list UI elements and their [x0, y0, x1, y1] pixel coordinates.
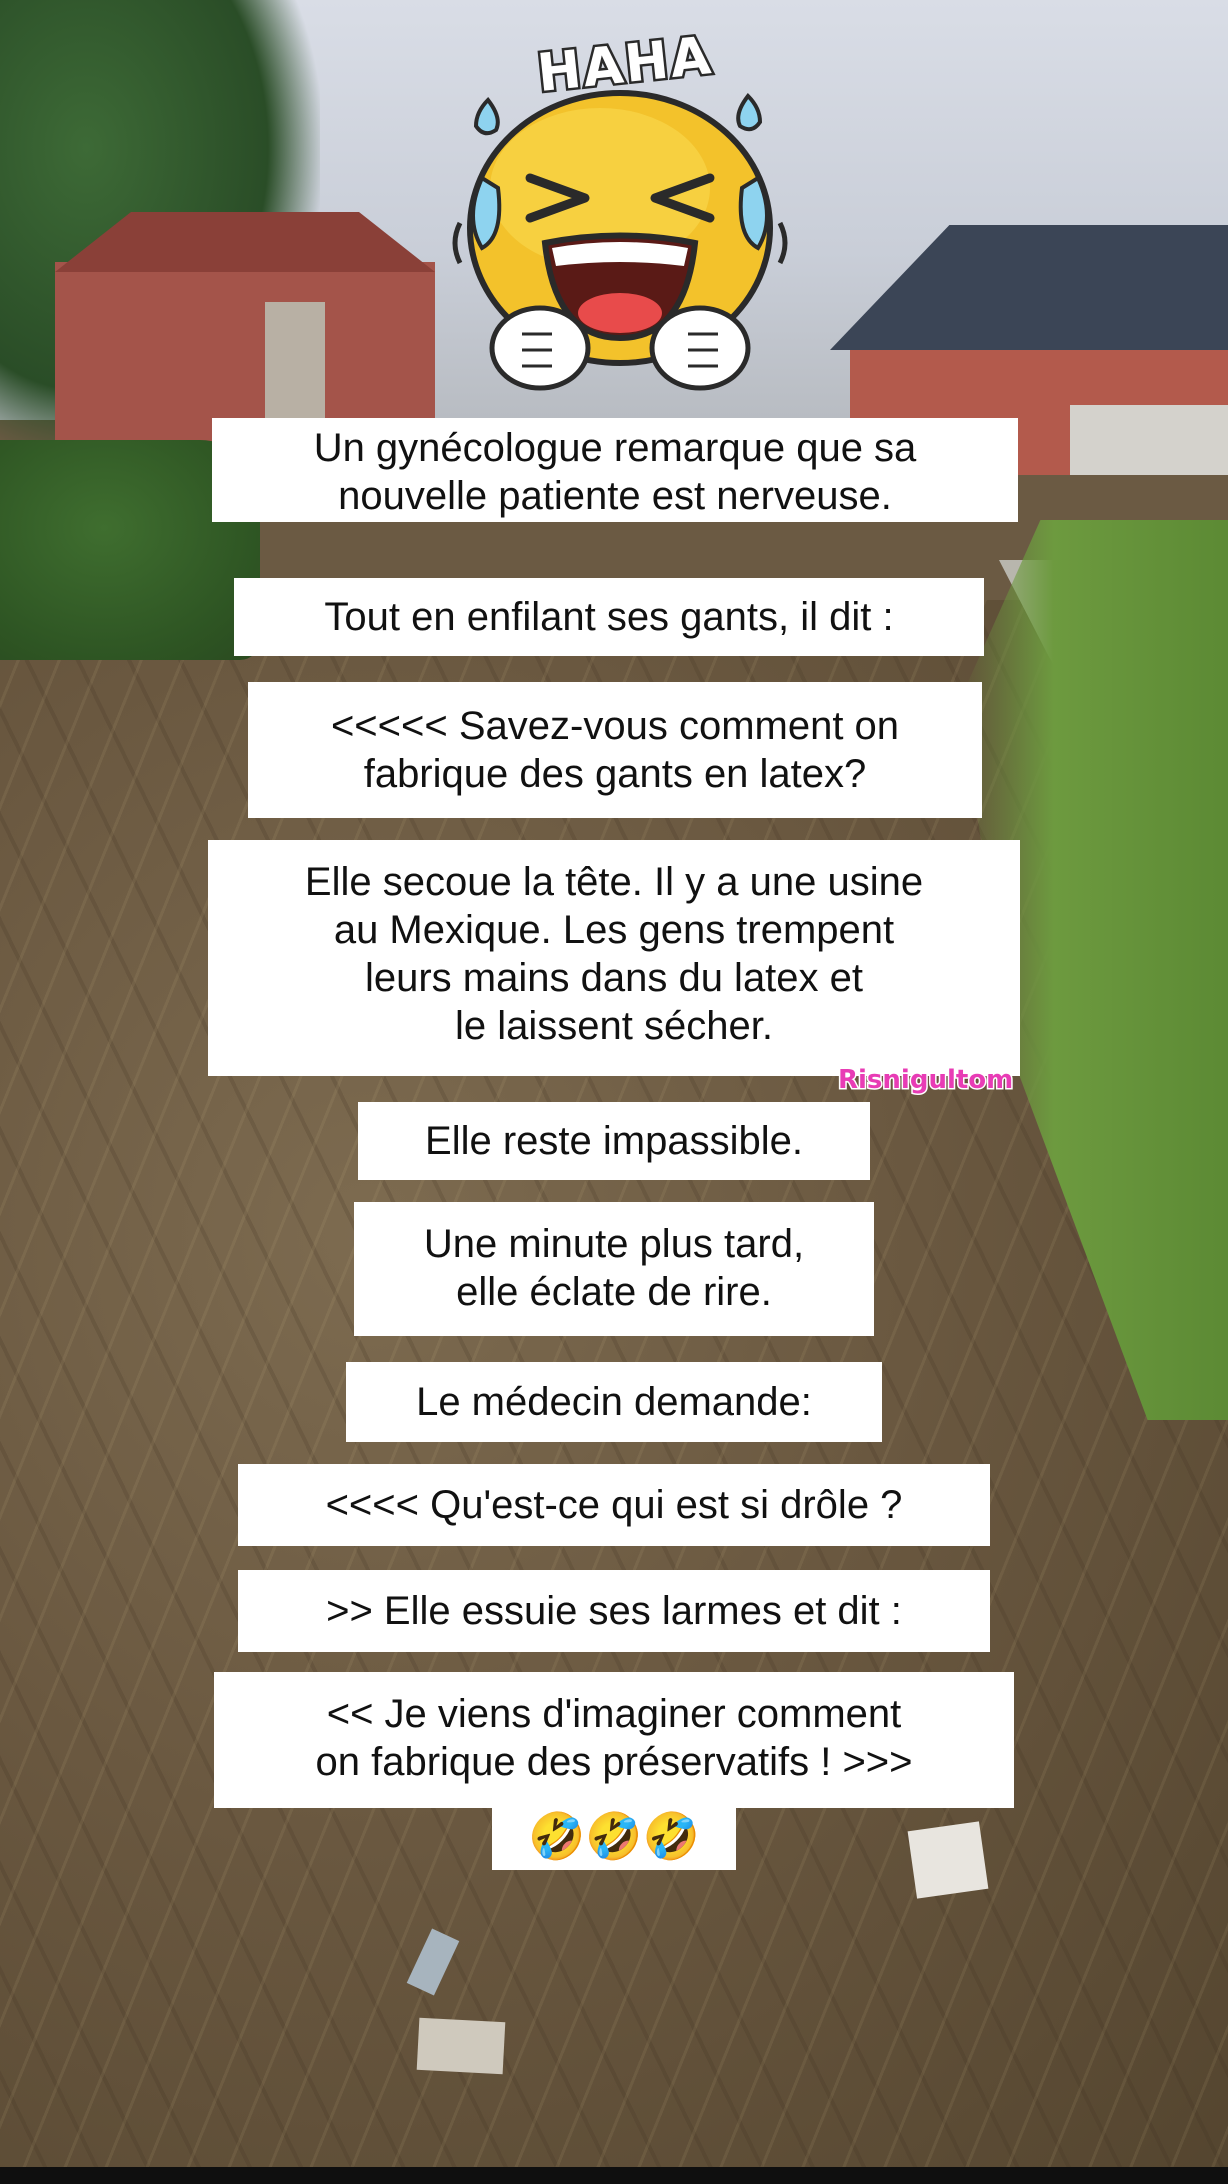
rolling-laughing-emoji-icon: 🤣🤣🤣 [528, 1809, 700, 1863]
caption-line: elle éclate de rire. [456, 1270, 772, 1314]
watermark-username: Risnigultom [837, 1064, 1015, 1097]
caption-line: au Mexique. Les gens trempent [333, 908, 895, 952]
caption-line: fabrique des gants en latex? [363, 752, 867, 796]
caption-line: Elle reste impassible. [425, 1119, 803, 1163]
bottom-bar [0, 2167, 1228, 2184]
caption-line: nouvelle patiente est nerveuse. [338, 474, 892, 518]
caption-9: >> Elle essuie ses larmes et dit : [238, 1570, 990, 1652]
laughing-face-icon [452, 90, 788, 391]
caption-line: Le médecin demande: [416, 1380, 812, 1424]
caption-line: << Je viens d'imaginer comment [326, 1692, 902, 1736]
caption-10: << Je viens d'imaginer comment on fabriq… [214, 1672, 1014, 1808]
caption-1: Un gynécologue remarque que sa nouvelle … [212, 418, 1018, 522]
paper-debris [907, 1821, 989, 1899]
caption-3: <<<<< Savez-vous comment on fabrique des… [248, 682, 982, 818]
laughing-face-sticker: HAHA [430, 23, 810, 428]
caption-line: leurs mains dans du latex et [364, 956, 864, 1000]
caption-2: Tout en enfilant ses gants, il dit : [234, 578, 984, 656]
caption-line: le laissent sécher. [455, 1004, 773, 1048]
paper-debris [416, 2017, 506, 2075]
caption-line: Un gynécologue remarque que sa [313, 426, 917, 470]
caption-emoji: 🤣🤣🤣 [492, 1804, 736, 1870]
caption-line: >> Elle essuie ses larmes et dit : [326, 1589, 902, 1633]
caption-6: Une minute plus tard, elle éclate de rir… [354, 1202, 874, 1336]
caption-line: on fabrique des préservatifs ! >>> [315, 1740, 913, 1784]
caption-7: Le médecin demande: [346, 1362, 882, 1442]
caption-5: Elle reste impassible. [358, 1102, 870, 1180]
caption-4: Elle secoue la tête. Il y a une usine au… [208, 840, 1020, 1076]
caption-line: <<<<< Savez-vous comment on [330, 704, 900, 748]
caption-line: Tout en enfilant ses gants, il dit : [324, 595, 894, 639]
caption-8: <<<< Qu'est-ce qui est si drôle ? [238, 1464, 990, 1546]
caption-line: Elle secoue la tête. Il y a une usine [304, 860, 924, 904]
caption-line: Une minute plus tard, [423, 1222, 805, 1266]
caption-line: <<<< Qu'est-ce qui est si drôle ? [325, 1483, 903, 1527]
